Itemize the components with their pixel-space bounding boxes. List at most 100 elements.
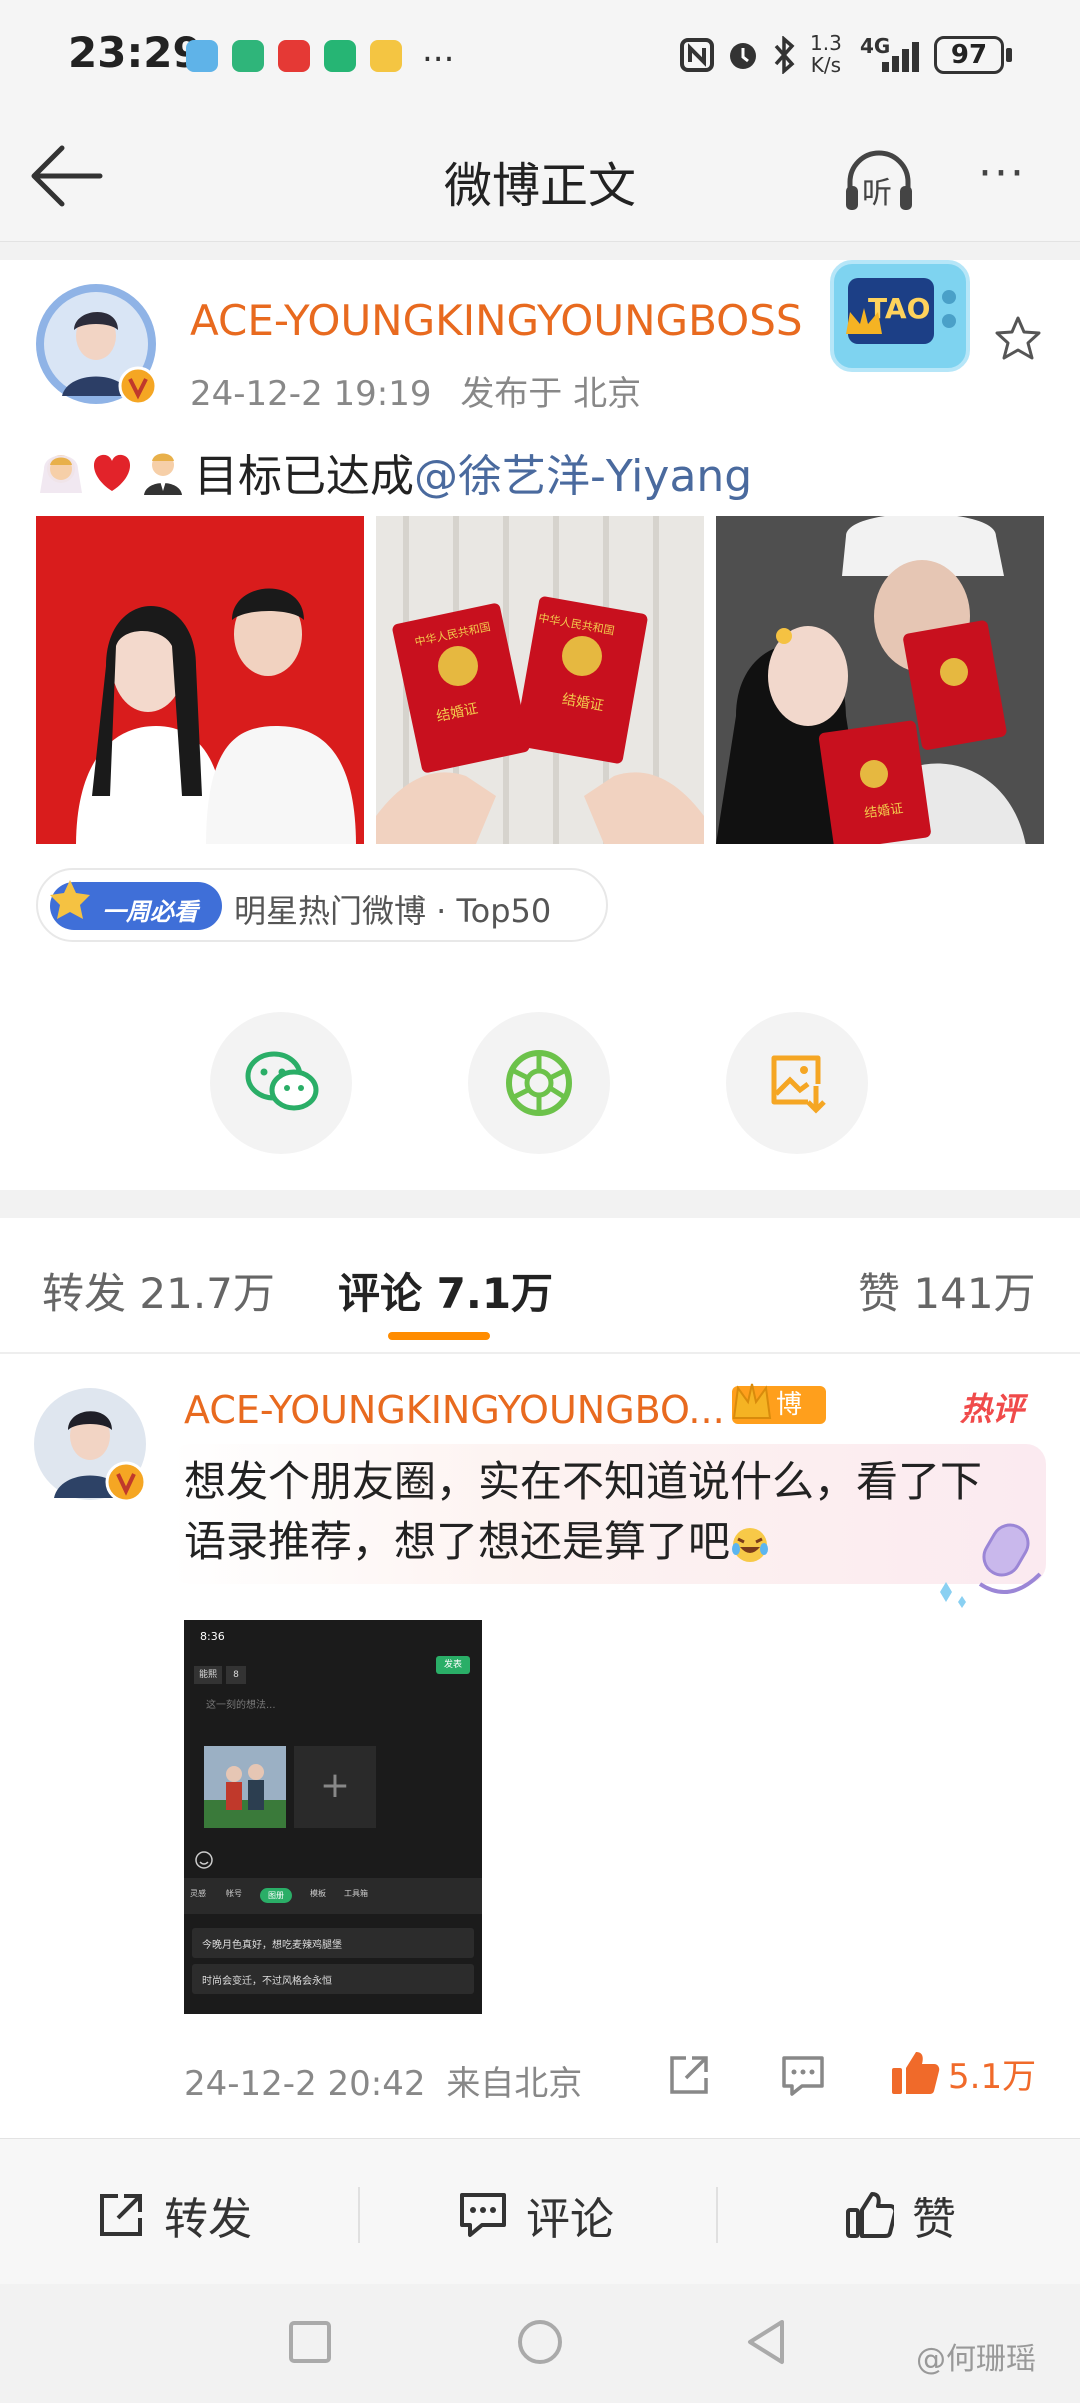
author-avatar[interactable] [32, 280, 160, 408]
post-meta: 24-12-2 19:19 发布于 北京 [190, 366, 641, 415]
couple-selfie-photo [716, 516, 1044, 844]
tab-comments[interactable]: 评论 7.1万 [338, 1260, 553, 1321]
bottom-comment-button[interactable]: 评论 [458, 2183, 614, 2247]
post-card: ACE-YOUNGKINGYOUNGBOSS TAO 24-12-2 19:19… [0, 260, 1080, 1190]
recent-apps-icon[interactable] [288, 2320, 332, 2364]
signal-icon [882, 42, 919, 72]
verified-badge-icon [118, 366, 158, 406]
couple-photo-red [36, 516, 364, 844]
comment-image[interactable]: 8:36 发表 能熙 8 这一刻的想法... + 灵感 帐号 图册 模板 工具箱… [184, 1620, 482, 2014]
post-text-main: 目标已达成 [194, 451, 414, 502]
tab-comment-label: 评论 [338, 1269, 423, 1318]
comment-like-count: 5.1万 [948, 2056, 1037, 2097]
embed-couple-photo [204, 1746, 286, 1828]
star-badge-icon [50, 880, 90, 919]
network-speed: 1.3 K/s [810, 32, 842, 76]
battery-tip [1006, 48, 1012, 62]
listen-button[interactable]: 听 [842, 146, 916, 216]
bottom-repost-button[interactable]: 转发 [96, 2183, 252, 2247]
more-notifications-icon: ... [422, 30, 455, 70]
app-notification-icon [186, 40, 218, 72]
marriage-certificates-photo [376, 516, 704, 844]
hot-comment-label: 热评 [960, 1390, 1025, 1428]
net-speed-value: 1.3 [810, 31, 842, 55]
post-author-name[interactable]: ACE-YOUNGKINGYOUNGBOSS [190, 296, 803, 345]
microphone-decoration-icon [940, 1523, 1042, 1608]
status-time: 23:29 [68, 28, 202, 77]
embed-suggestion-2: 时尚会变迁，不过风格会永恒 [192, 1964, 474, 1994]
back-triangle-icon[interactable] [744, 2318, 788, 2366]
comment-location: 来自北京 [446, 2064, 583, 2104]
embed-tool-2: 帐号 [226, 1889, 242, 1898]
bottom-like-label: 赞 [912, 2194, 956, 2245]
sports-app-icon-2 [324, 40, 356, 72]
bottom-like-button[interactable]: 赞 [844, 2183, 956, 2247]
hot-tag-pill[interactable]: 一周必看 明星热门微博 · Top50 [36, 868, 608, 942]
tao-tv-badge: TAO [830, 260, 970, 372]
more-menu-button[interactable]: ··· [978, 148, 1026, 199]
post-image-2[interactable]: 中华人民共和国 中华人民共和国 结婚证 结婚证 [376, 516, 704, 844]
comment-icon [460, 2193, 506, 2237]
top-bar: 微博正文 听 ··· [0, 112, 1080, 242]
save-image-button[interactable] [726, 1012, 868, 1154]
verified-badge-icon [105, 1461, 147, 1503]
comment-share-icon[interactable] [666, 2052, 712, 2098]
embed-chip-2: 8 [226, 1666, 246, 1684]
tab-like-count: 141万 [913, 1269, 1036, 1318]
crown-icon [732, 1383, 772, 1419]
huawei-app-icon [278, 40, 310, 72]
share-moments-button[interactable] [468, 1012, 610, 1154]
listen-label: 听 [862, 176, 892, 211]
embed-emoji-icon [195, 1851, 213, 1869]
watermark: @何珊瑶 [916, 2342, 1036, 2377]
comment-like-button[interactable]: 5.1万 [888, 2048, 1036, 2098]
wechat-icon [245, 1051, 319, 1111]
bride-emoji-icon [40, 455, 82, 493]
post-time: 24-12-2 19:19 [190, 374, 432, 414]
hot-tag-text: 明星热门微博 · Top50 [234, 892, 552, 930]
battery-indicator: 97 [934, 36, 1004, 74]
thumbs-up-filled-icon [892, 2052, 940, 2094]
share-wechat-button[interactable] [210, 1012, 352, 1154]
bottom-comment-label: 评论 [526, 2194, 614, 2245]
embed-tool-1: 灵感 [190, 1889, 206, 1898]
divider [358, 2187, 360, 2243]
badge-label: 一周必看 [102, 898, 198, 926]
comment-time: 24-12-2 20:42 [184, 2064, 426, 2104]
weibo-icon [370, 40, 402, 72]
comment-avatar[interactable] [32, 1386, 152, 1506]
tab-likes[interactable]: 赞 141万 [858, 1260, 1036, 1321]
home-icon[interactable] [516, 2318, 564, 2366]
post-location: 发布于 北京 [460, 374, 642, 414]
repost-icon [100, 2194, 142, 2236]
comment-meta: 24-12-2 20:42 来自北京 [184, 2056, 582, 2105]
bluetooth-icon [774, 36, 795, 74]
comment-reply-icon[interactable] [780, 2054, 826, 2098]
embed-add-photo-button: + [294, 1746, 376, 1828]
alarm-icon [730, 43, 756, 69]
tab-like-label: 赞 [858, 1269, 901, 1318]
save-image-icon [771, 1055, 826, 1114]
moments-shutter-icon [506, 1050, 572, 1116]
net-speed-unit: K/s [810, 53, 842, 77]
crown-icon [846, 308, 882, 334]
comment-author-name[interactable]: ACE-YOUNGKINGYOUNGBO... [184, 1388, 725, 1432]
embed-chip-1: 能熙 [194, 1666, 222, 1684]
divider [716, 2187, 718, 2243]
status-bar: 23:29 ... 1.3 K/s 4G 97 [0, 0, 1080, 112]
post-image-3[interactable]: 结婚证 [716, 516, 1044, 844]
favorite-star-icon[interactable] [994, 314, 1042, 362]
thumbs-up-icon [846, 2192, 894, 2238]
embed-tool-3: 图册 [260, 1888, 292, 1903]
embed-tool-5: 工具箱 [344, 1889, 368, 1898]
system-nav-bar: @何珊瑶 [0, 2284, 1080, 2403]
tabs-divider [0, 1352, 1080, 1354]
post-mention-link[interactable]: @徐艺洋-Yiyang [414, 440, 752, 504]
weekly-must-see-badge: 一周必看 [50, 880, 222, 930]
post-text: 目标已达成 @徐艺洋-Yiyang [36, 446, 752, 502]
page-title: 微博正文 [443, 158, 636, 214]
embed-tool-list: 灵感 帐号 图册 模板 工具箱 [190, 1888, 476, 1903]
sports-app-icon [232, 40, 264, 72]
post-image-1[interactable] [36, 516, 364, 844]
tab-repost[interactable]: 转发 21.7万 [42, 1260, 275, 1321]
